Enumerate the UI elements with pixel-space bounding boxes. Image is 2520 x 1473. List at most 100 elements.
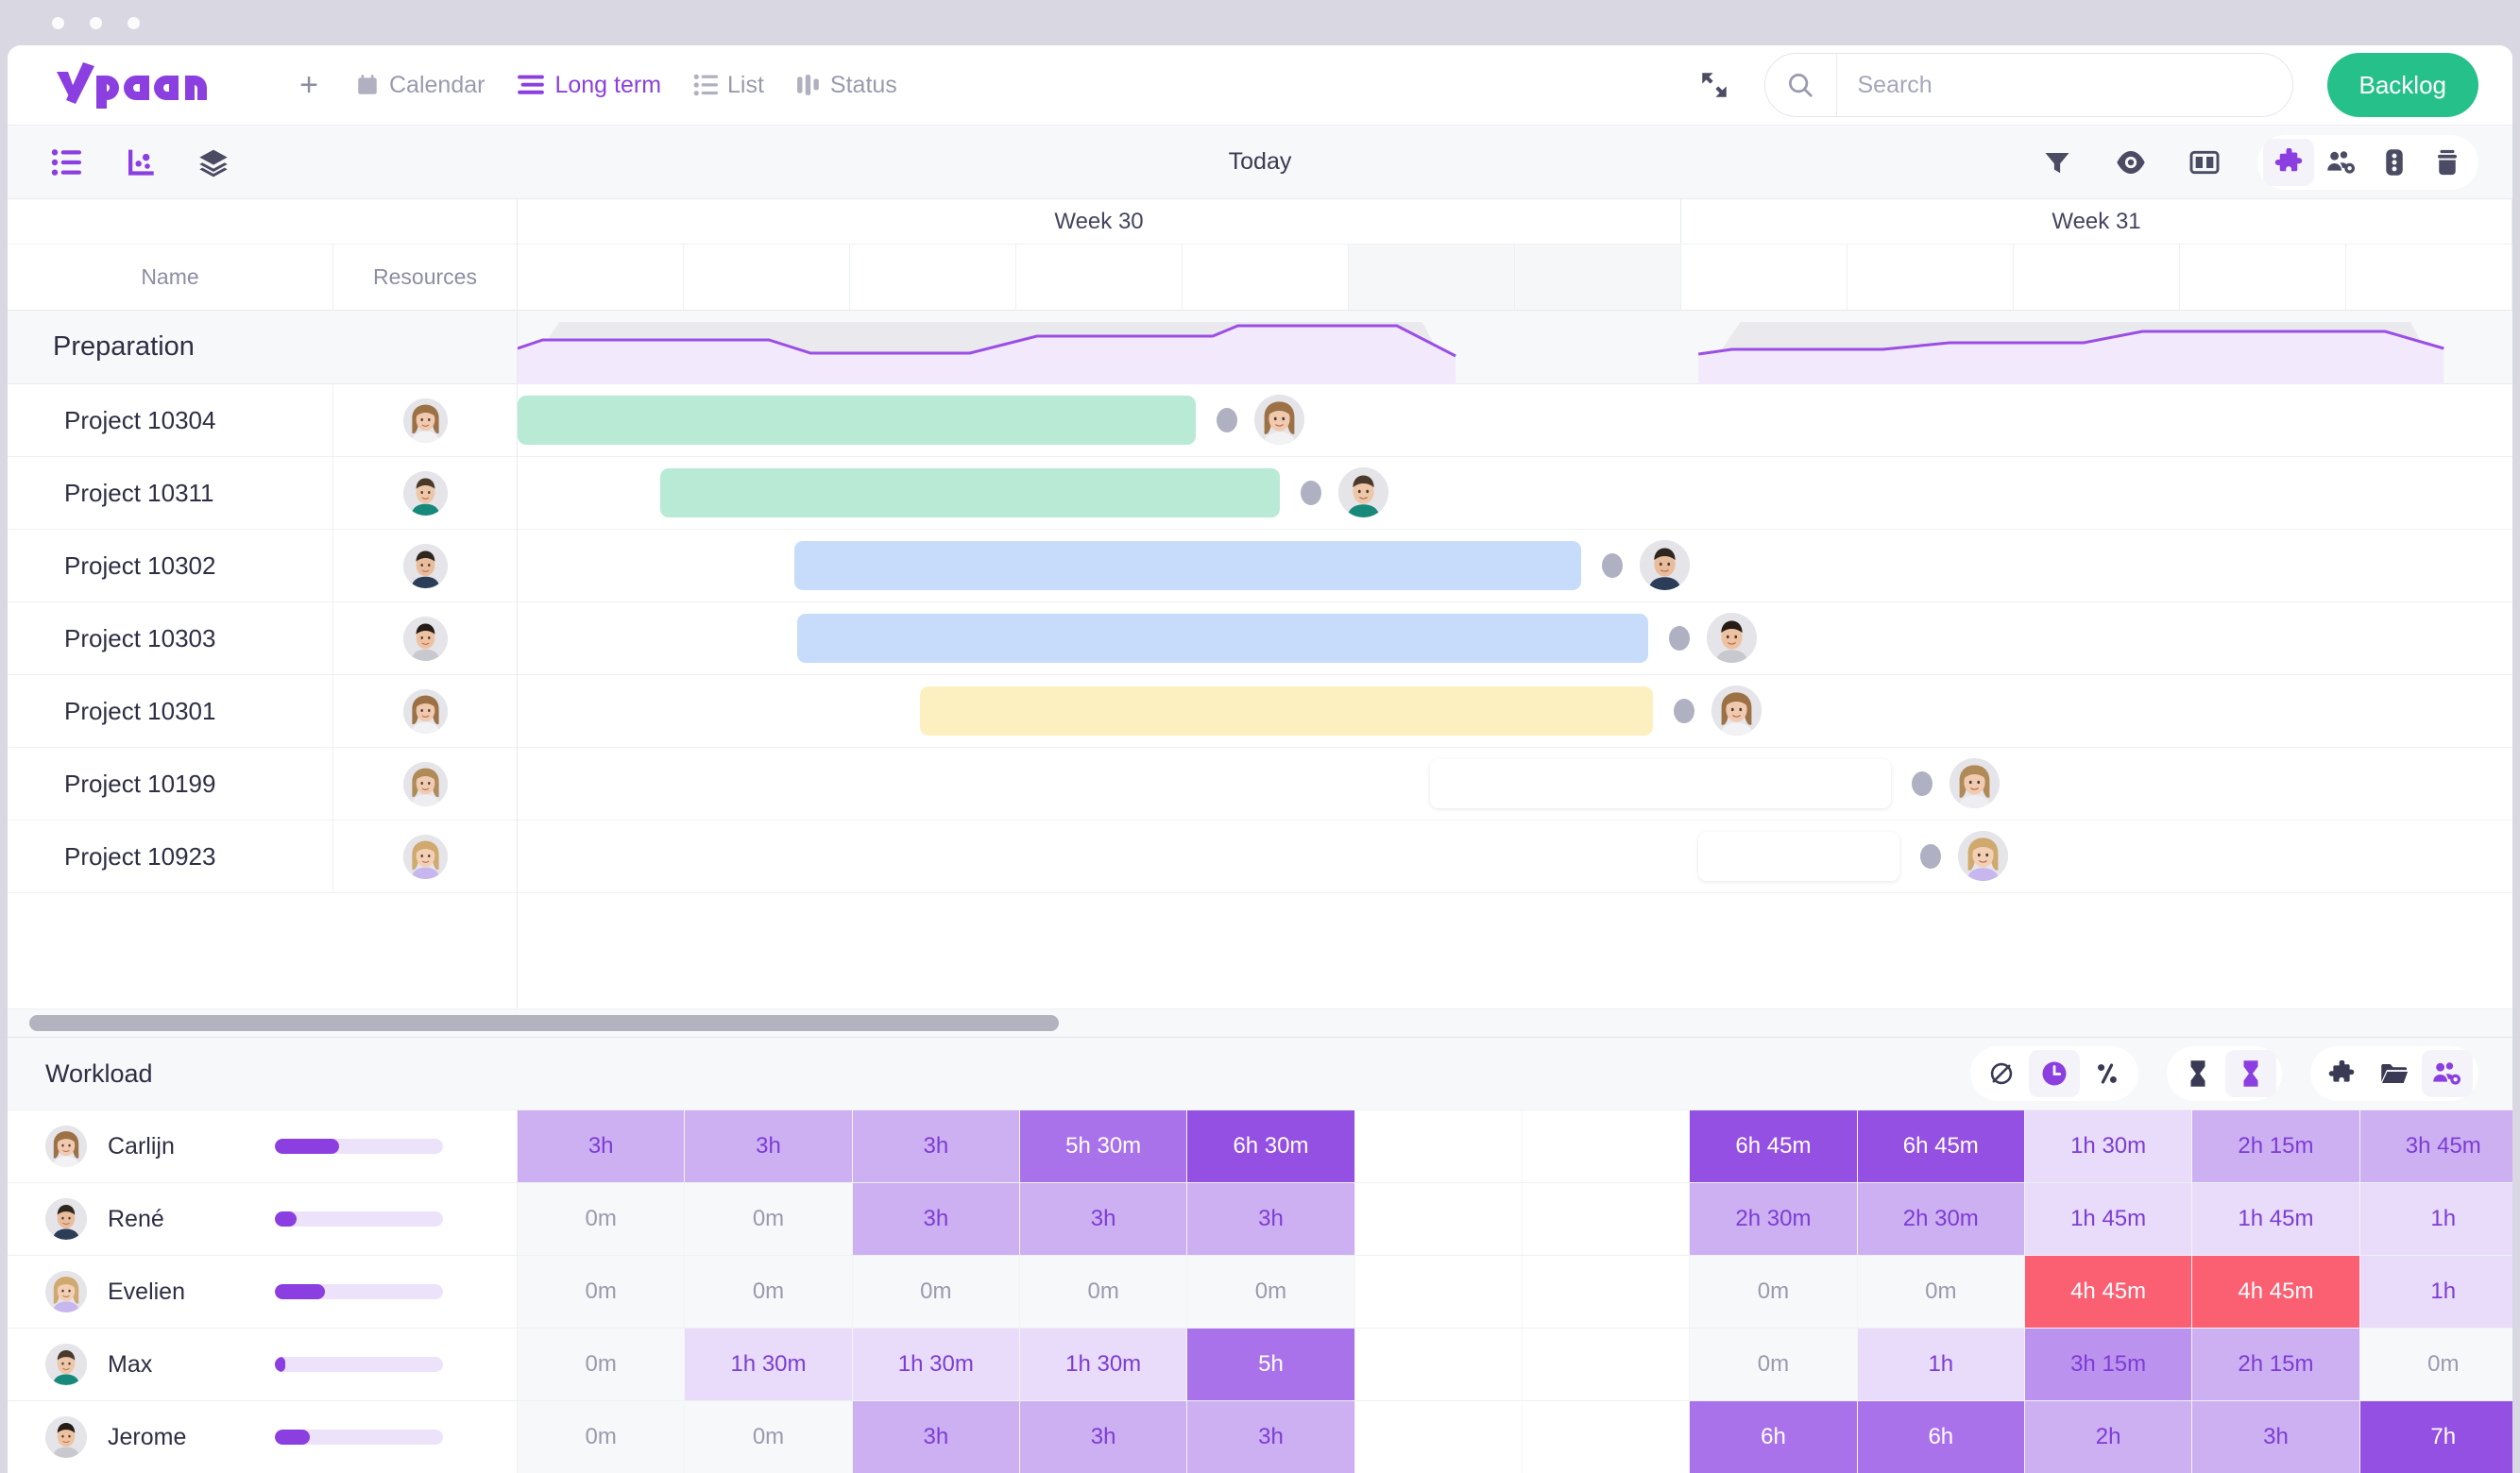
workload-row[interactable]: Jerome 0m 0m 3h 3h 3h 6h 6h 2h 3h 7h: [8, 1400, 2512, 1473]
layers-view-icon[interactable]: [193, 142, 234, 183]
team-settings-icon[interactable]: [2316, 139, 2367, 186]
columns-icon[interactable]: [2184, 142, 2225, 183]
gantt-bar-end-dot[interactable]: [1912, 771, 1933, 796]
gantt-project-row[interactable]: Project 10304: [8, 384, 517, 457]
search-input[interactable]: [1836, 71, 2292, 99]
workload-cell[interactable]: 6h 30m: [1187, 1110, 1355, 1182]
horizontal-scrollbar[interactable]: [8, 1008, 2512, 1037]
gantt-bar[interactable]: [518, 396, 1197, 445]
workload-cell[interactable]: 0m: [1187, 1256, 1355, 1328]
eye-icon[interactable]: [2110, 142, 2152, 183]
workload-cell[interactable]: 5h 30m: [1019, 1110, 1188, 1182]
workload-cell[interactable]: 0m: [518, 1256, 686, 1328]
tab-calendar[interactable]: Calendar: [355, 72, 485, 99]
workload-row[interactable]: Evelien 0m 0m 0m 0m 0m 0m 0m 4h 45m 4h 45m 1h: [8, 1255, 2512, 1328]
workload-cell[interactable]: 0m: [2359, 1329, 2512, 1400]
gantt-bar[interactable]: [793, 541, 1582, 590]
puzzle-icon[interactable]: [2316, 1050, 2367, 1097]
workload-cell[interactable]: 0m: [1690, 1256, 1858, 1328]
vplan-logo[interactable]: [55, 60, 234, 110]
gantt-project-resource[interactable]: [333, 675, 517, 747]
gantt-bar-avatar[interactable]: [1711, 686, 1762, 736]
gantt-bar[interactable]: [797, 614, 1648, 663]
workload-cell[interactable]: 1h 30m: [852, 1329, 1020, 1400]
filter-icon[interactable]: [2036, 142, 2078, 183]
gantt-project-row[interactable]: Project 10199: [8, 748, 517, 821]
expand-icon[interactable]: [1698, 69, 1730, 101]
scrollbar-thumb[interactable]: [28, 1015, 1060, 1031]
workload-cell[interactable]: 1h: [2359, 1256, 2512, 1328]
gantt-project-resource[interactable]: [333, 821, 517, 892]
archive-icon[interactable]: [2422, 139, 2473, 186]
workload-person[interactable]: Jerome: [8, 1401, 518, 1473]
window-zoom-dot[interactable]: [128, 16, 140, 29]
workload-cell[interactable]: 2h 30m: [1857, 1183, 2025, 1255]
workload-cell[interactable]: 3h: [852, 1110, 1020, 1182]
workload-cell[interactable]: 3h: [1019, 1401, 1188, 1473]
workload-cell[interactable]: 2h: [2024, 1401, 2193, 1473]
workload-cell[interactable]: 0m: [1857, 1256, 2025, 1328]
window-minimize-dot[interactable]: [90, 16, 102, 29]
workload-cell[interactable]: 2h 30m: [1690, 1183, 1858, 1255]
workload-cell[interactable]: 1h 30m: [685, 1329, 853, 1400]
workload-cell[interactable]: 3h 45m: [2359, 1110, 2512, 1182]
workload-row[interactable]: Carlijn 3h 3h 3h 5h 30m 6h 30m 6h 45m 6h 45m 1h…: [8, 1109, 2512, 1182]
gantt-bar-avatar[interactable]: [1254, 395, 1305, 445]
workload-cell[interactable]: 5h: [1187, 1329, 1355, 1400]
workload-person[interactable]: Carlijn: [8, 1110, 518, 1182]
traffic-light-icon[interactable]: [2369, 139, 2420, 186]
workload-cell[interactable]: 3h: [1187, 1183, 1355, 1255]
puzzle-icon[interactable]: [2263, 138, 2314, 186]
gantt-project-row[interactable]: Project 10311: [8, 457, 517, 530]
gantt-bar-avatar[interactable]: [1958, 831, 2008, 881]
gantt-project-resource[interactable]: [333, 384, 517, 456]
workload-cell[interactable]: 0m: [852, 1256, 1020, 1328]
workload-row[interactable]: René 0m 0m 3h 3h 3h 2h 30m 2h 30m 1h 45m 1h 45m 1…: [8, 1182, 2512, 1255]
gantt-bar[interactable]: [1698, 832, 1899, 881]
search-box[interactable]: [1763, 53, 2293, 117]
workload-cell[interactable]: 1h 45m: [2024, 1183, 2193, 1255]
gantt-project-row[interactable]: Project 10923: [8, 821, 517, 893]
workload-cell[interactable]: 3h: [852, 1401, 1020, 1473]
gantt-bar[interactable]: [1430, 759, 1892, 808]
workload-cell[interactable]: 0m: [518, 1401, 686, 1473]
workload-cell[interactable]: 0m: [1019, 1256, 1188, 1328]
window-close-dot[interactable]: [52, 16, 64, 29]
gantt-project-resource[interactable]: [333, 530, 517, 601]
gantt-bar-avatar[interactable]: [1707, 613, 1757, 663]
workload-row[interactable]: Max 0m 1h 30m 1h 30m 1h 30m 5h 0m 1h 3h 15m 2h 1…: [8, 1328, 2512, 1400]
workload-cell[interactable]: 6h 45m: [1690, 1110, 1858, 1182]
gantt-project-resource[interactable]: [333, 602, 517, 674]
workload-cell[interactable]: 1h: [2359, 1183, 2512, 1255]
gantt-project-row[interactable]: Project 10302: [8, 530, 517, 602]
hourglass-start-icon[interactable]: [2172, 1050, 2223, 1097]
gantt-project-row[interactable]: Project 10301: [8, 675, 517, 748]
workload-cell[interactable]: 3h: [1187, 1401, 1355, 1473]
gantt-bar-end-dot[interactable]: [1920, 844, 1941, 869]
gantt-bar[interactable]: [919, 686, 1654, 736]
workload-cell[interactable]: 0m: [685, 1256, 853, 1328]
gantt-bar-end-dot[interactable]: [1300, 481, 1321, 505]
clock-icon[interactable]: [2029, 1050, 2080, 1097]
add-button[interactable]: +: [289, 65, 329, 105]
workload-cell[interactable]: 3h: [2192, 1401, 2360, 1473]
gantt-bar-avatar[interactable]: [1337, 467, 1388, 517]
workload-cell[interactable]: 3h: [1019, 1183, 1188, 1255]
workload-cell[interactable]: 6h: [1690, 1401, 1858, 1473]
folder-icon[interactable]: [2369, 1050, 2420, 1097]
workload-cell[interactable]: 1h: [1857, 1329, 2025, 1400]
gantt-bar-avatar[interactable]: [1950, 758, 2001, 808]
gantt-project-resource[interactable]: [333, 748, 517, 820]
workload-person[interactable]: Max: [8, 1329, 518, 1400]
workload-cell[interactable]: 7h: [2359, 1401, 2512, 1473]
gantt-timeline-pane[interactable]: Week 30 Week 31: [518, 199, 2512, 1008]
workload-cell[interactable]: 6h 45m: [1857, 1110, 2025, 1182]
percent-icon[interactable]: [2082, 1050, 2133, 1097]
workload-cell[interactable]: 4h 45m: [2192, 1256, 2360, 1328]
workload-cell[interactable]: 4h 45m: [2024, 1256, 2193, 1328]
workload-cell[interactable]: 1h 45m: [2192, 1183, 2360, 1255]
workload-cell[interactable]: 0m: [518, 1329, 686, 1400]
workload-cell[interactable]: 6h: [1857, 1401, 2025, 1473]
workload-cell[interactable]: 0m: [685, 1401, 853, 1473]
gantt-bar-end-dot[interactable]: [1602, 553, 1624, 578]
